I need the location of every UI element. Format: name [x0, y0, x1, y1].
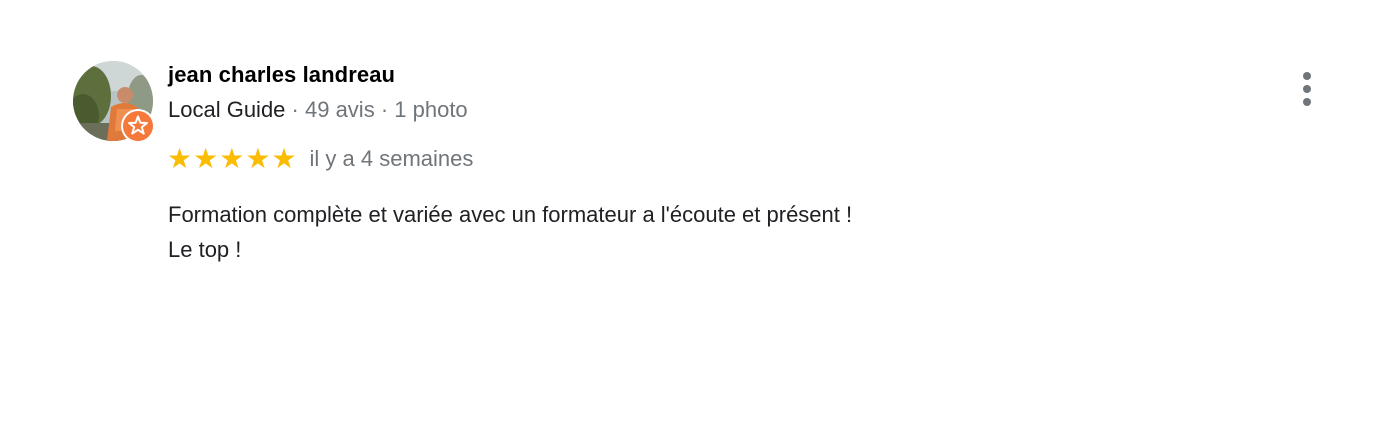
- review-date: il y a 4 semaines: [309, 146, 474, 171]
- star-icon: ★: [271, 142, 297, 175]
- star-icon: ★: [219, 142, 245, 175]
- star-rating: ★ ★ ★ ★ ★: [167, 144, 297, 174]
- star-icon: ★: [167, 142, 193, 175]
- star-icon: ★: [193, 142, 219, 175]
- meta-separator: ·: [285, 97, 305, 122]
- review-text: Formation complète et variée avec un for…: [168, 197, 852, 267]
- meta-separator: ·: [374, 97, 395, 122]
- reviews-count: 49 avis: [304, 97, 375, 122]
- rating-row: ★ ★ ★ ★ ★ il y a 4 semaines: [167, 144, 473, 174]
- review-card: jean charles landreau Local Guide · 49 a…: [0, 0, 1375, 432]
- more-options-button[interactable]: [1290, 68, 1324, 110]
- review-text-line: Le top !: [168, 237, 242, 262]
- local-guide-star-icon: [123, 111, 153, 141]
- star-icon: ★: [245, 142, 271, 175]
- local-guide-badge: [121, 109, 155, 143]
- photos-count: 1 photo: [394, 97, 468, 122]
- author-name[interactable]: jean charles landreau: [168, 62, 395, 88]
- review-text-line: Formation complète et variée avec un for…: [168, 202, 853, 227]
- author-meta: Local Guide · 49 avis · 1 photo: [168, 97, 468, 123]
- local-guide-label[interactable]: Local Guide: [168, 97, 285, 122]
